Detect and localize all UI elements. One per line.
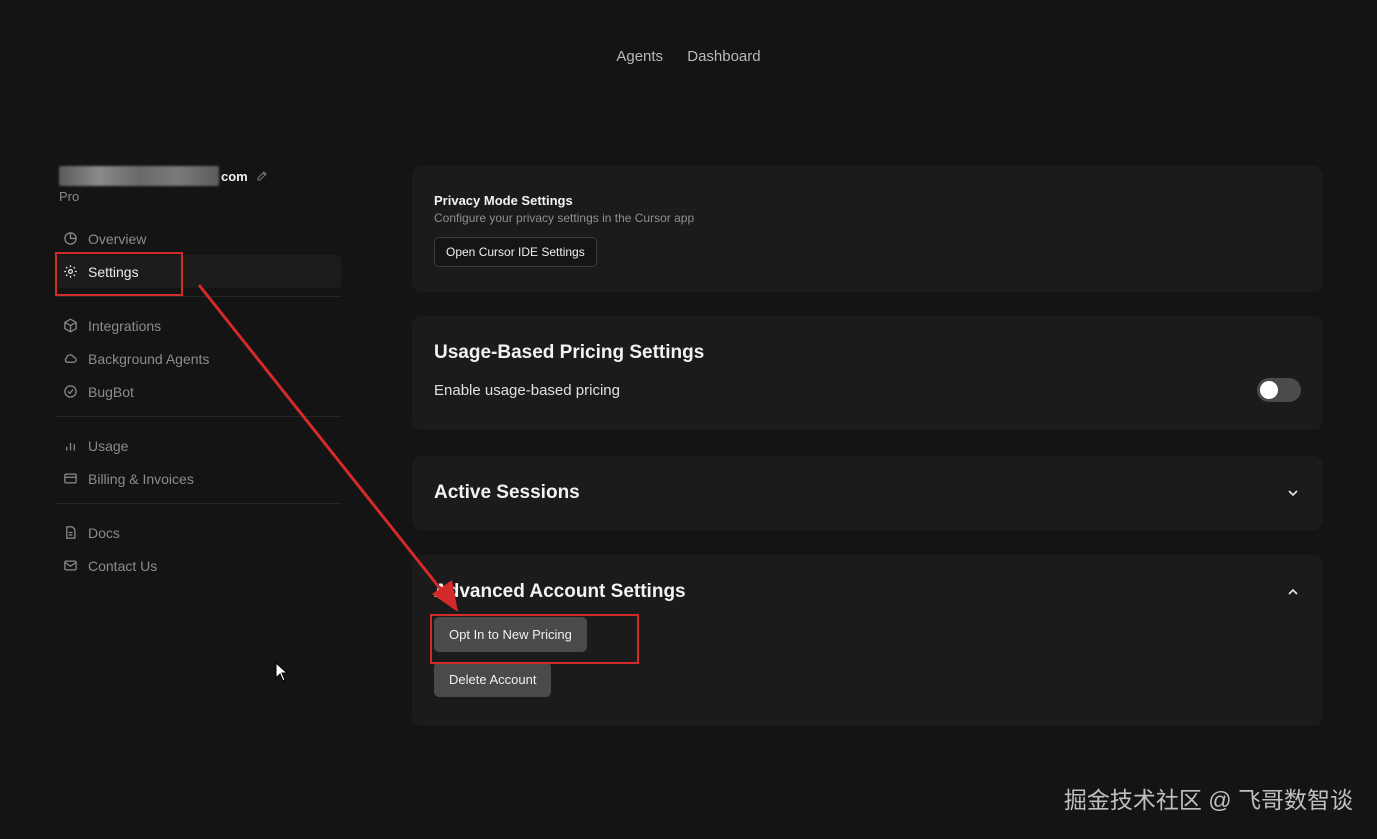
nav-group-billing: Usage Billing & Invoices — [55, 429, 341, 495]
watermark: 掘金技术社区 @ 飞哥数智谈 — [1063, 787, 1353, 813]
usage-pricing-label: Enable usage-based pricing — [434, 381, 620, 399]
usage-pricing-card: Usage-Based Pricing Settings Enable usag… — [412, 316, 1323, 430]
top-nav: Agents Dashboard — [0, 48, 1377, 65]
cloud-icon — [64, 354, 77, 363]
toggle-knob — [1260, 381, 1278, 399]
bar-chart-icon — [66, 443, 75, 451]
usage-pricing-title: Usage-Based Pricing Settings — [434, 342, 705, 363]
settings-highlight-box — [55, 252, 183, 296]
chevron-down-icon[interactable] — [1285, 485, 1301, 501]
sidebar-item-label: Overview — [88, 230, 147, 247]
privacy-card: Privacy Mode Settings Configure your pri… — [412, 166, 1323, 292]
opt-in-highlight-box — [430, 614, 639, 664]
nav-agents-link[interactable]: Agents — [616, 48, 663, 65]
pie-chart-icon — [64, 232, 77, 245]
delete-account-button[interactable]: Delete Account — [434, 662, 552, 697]
advanced-settings-title: Advanced Account Settings — [434, 581, 686, 602]
privacy-description: Configure your privacy settings in the C… — [434, 211, 695, 225]
credit-card-icon — [64, 473, 77, 484]
sidebar: com Pro Overview Settings Integrations B… — [55, 165, 341, 582]
check-circle-icon — [64, 385, 77, 398]
sidebar-item-label: BugBot — [88, 383, 134, 400]
sidebar-item-bugbot[interactable]: BugBot — [55, 375, 341, 408]
sidebar-item-label: Docs — [88, 524, 120, 541]
chevron-up-icon[interactable] — [1285, 584, 1301, 600]
nav-group-support: Docs Contact Us — [55, 516, 341, 582]
sidebar-item-label: Background Agents — [88, 350, 210, 367]
edit-icon[interactable] — [256, 170, 268, 182]
document-icon — [66, 526, 76, 539]
sidebar-item-label: Integrations — [88, 317, 162, 334]
open-ide-settings-button[interactable]: Open Cursor IDE Settings — [434, 237, 597, 267]
redacted-email — [59, 166, 219, 186]
mouse-cursor-icon — [275, 662, 289, 682]
privacy-title: Privacy Mode Settings — [434, 193, 573, 208]
account-email: com — [55, 165, 341, 187]
sidebar-item-label: Usage — [88, 437, 129, 454]
sidebar-item-billing[interactable]: Billing & Invoices — [55, 462, 341, 495]
sidebar-item-usage[interactable]: Usage — [55, 429, 341, 462]
active-sessions-card[interactable]: Active Sessions — [412, 456, 1323, 530]
sidebar-item-overview[interactable]: Overview — [55, 222, 341, 255]
divider — [55, 503, 341, 504]
divider — [55, 296, 341, 297]
usage-pricing-row: Enable usage-based pricing — [434, 378, 1301, 402]
active-sessions-title: Active Sessions — [434, 482, 580, 503]
nav-dashboard-link[interactable]: Dashboard — [687, 48, 760, 65]
advanced-settings-header[interactable]: Advanced Account Settings — [434, 581, 1301, 603]
sidebar-item-contact[interactable]: Contact Us — [55, 549, 341, 582]
mail-icon — [64, 560, 77, 571]
sidebar-item-label: Billing & Invoices — [88, 470, 194, 487]
plan-label: Pro — [59, 189, 80, 204]
sidebar-item-background-agents[interactable]: Background Agents — [55, 342, 341, 375]
email-suffix: com — [221, 168, 248, 184]
nav-group-integrations: Integrations Background Agents BugBot — [55, 309, 341, 408]
cube-icon — [64, 318, 77, 333]
divider — [55, 416, 341, 417]
sidebar-item-label: Contact Us — [88, 557, 158, 574]
usage-pricing-toggle[interactable] — [1257, 378, 1301, 402]
sidebar-item-docs[interactable]: Docs — [55, 516, 341, 549]
sidebar-item-integrations[interactable]: Integrations — [55, 309, 341, 342]
